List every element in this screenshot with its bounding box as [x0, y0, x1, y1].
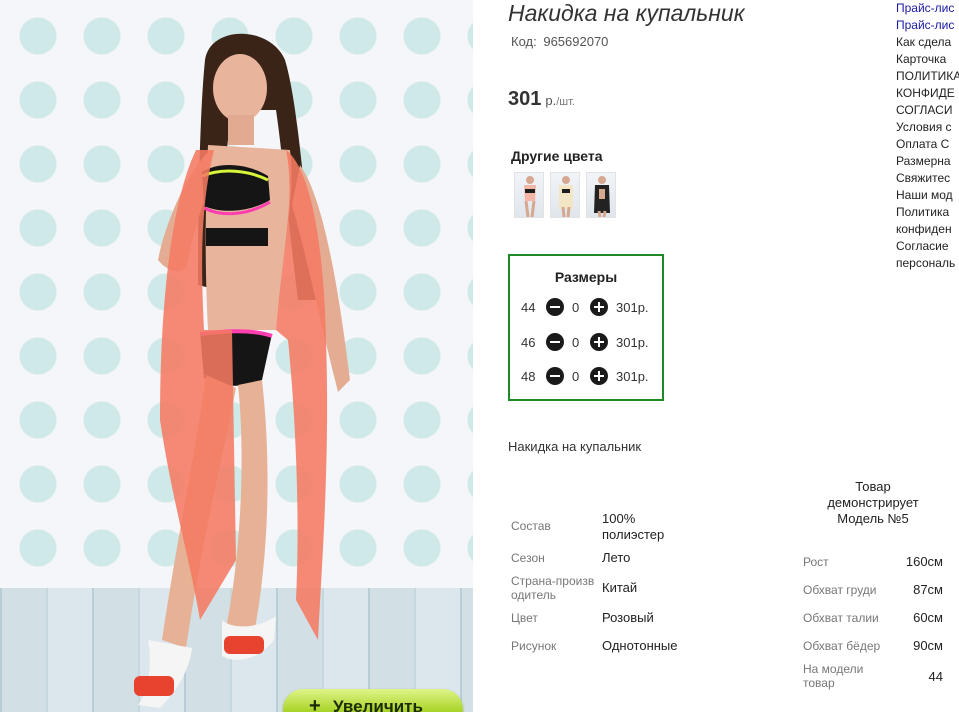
model-measure-value: 87см: [913, 582, 943, 597]
attribute-value: Китай: [602, 580, 638, 595]
attribute-label: Сезон: [511, 551, 545, 565]
product-title: Накидка на купальник: [508, 0, 745, 26]
attribute-label: Страна-производитель: [511, 574, 595, 602]
sidebar-link[interactable]: Прайс-лис: [896, 17, 959, 34]
model-measure-value: 160см: [905, 554, 943, 569]
sidebar-link[interactable]: конфиден: [896, 221, 959, 238]
attribute-label: Цвет: [511, 611, 538, 625]
model-measure-label: На модели товар: [803, 662, 864, 690]
decrease-button[interactable]: [546, 367, 564, 385]
product-code: Код: 965692070: [508, 34, 608, 49]
size-quantity: 0: [572, 300, 580, 315]
plus-icon-vertical: [598, 371, 600, 381]
attribute-value: Розовый: [602, 610, 654, 625]
price-per-unit: /шт.: [556, 96, 575, 108]
sidebar-link[interactable]: КОНФИДЕ: [896, 85, 959, 102]
sidebar-link[interactable]: Наши мод: [896, 187, 959, 204]
price-currency: р.: [545, 93, 557, 108]
sizes-title: Размеры: [554, 269, 618, 285]
sidebar-link[interactable]: Оплата С: [896, 136, 959, 153]
right-sidebar-links: Прайс-лис Прайс-лис Как сдела Карточка П…: [896, 0, 959, 272]
size-row: 48 0 301р.: [510, 365, 662, 387]
size-price: 301р.: [616, 335, 649, 350]
plus-icon-vertical: [598, 302, 600, 312]
increase-button[interactable]: [590, 298, 608, 316]
sidebar-link[interactable]: СОГЛАСИ: [896, 102, 959, 119]
size-row: 44 0 301р.: [510, 296, 662, 318]
attribute-label: Рисунок: [511, 639, 557, 653]
price-value: 301: [508, 88, 542, 110]
zoom-button[interactable]: + Увеличить: [283, 689, 463, 712]
color-thumbnail[interactable]: [550, 172, 580, 218]
size-quantity: 0: [572, 369, 580, 384]
attribute-value: 100% полиэстер: [602, 511, 665, 542]
sidebar-link[interactable]: персональ: [896, 255, 959, 272]
sidebar-link[interactable]: Условия с: [896, 119, 959, 136]
product-code-value: 965692070: [543, 34, 609, 49]
attribute-value: Лето: [602, 550, 631, 565]
model-measure-label: Обхват талии: [803, 611, 879, 625]
plus-icon-vertical: [598, 337, 600, 347]
sidebar-link[interactable]: Прайс-лис: [896, 0, 959, 17]
sidebar-link[interactable]: Согласие: [896, 238, 959, 255]
sidebar-link[interactable]: ПОЛИТИКА: [896, 68, 959, 85]
model-measure-label: Обхват груди: [803, 583, 877, 597]
model-measure-label: Рост: [803, 555, 829, 569]
other-colors-title: Другие цвета: [511, 148, 603, 164]
sidebar-link[interactable]: Свяжитес: [896, 170, 959, 187]
sidebar-link[interactable]: Политика: [896, 204, 959, 221]
minus-icon: [550, 306, 560, 308]
attribute-label: Состав: [511, 519, 551, 533]
model-figure: [134, 33, 350, 708]
size-price: 301р.: [616, 300, 649, 315]
size-row: 46 0 301р.: [510, 331, 662, 353]
minus-icon: [550, 341, 560, 343]
sidebar-link[interactable]: Карточка: [896, 51, 959, 68]
color-thumbnail[interactable]: [586, 172, 616, 218]
minus-icon: [550, 375, 560, 377]
decrease-button[interactable]: [546, 333, 564, 351]
size-label: 46: [521, 335, 536, 350]
size-price: 301р.: [616, 369, 649, 384]
model-measure-value: 44: [928, 669, 943, 684]
increase-button[interactable]: [590, 333, 608, 351]
model-measure-label: Обхват бёдер: [803, 639, 881, 653]
sizes-panel: Размеры 44 0 301р. 46 0 301р. 48 0 301р.: [508, 254, 664, 401]
model-measure-value: 60см: [913, 610, 943, 625]
sidebar-link[interactable]: Как сдела: [896, 34, 959, 51]
plus-icon: +: [309, 695, 321, 712]
size-label: 48: [521, 369, 536, 384]
model-info-header: Товар демонстрирует Модель №5: [827, 479, 919, 526]
size-quantity: 0: [572, 335, 580, 350]
size-label: 44: [521, 300, 536, 315]
model-measure-value: 90см: [913, 638, 943, 653]
product-code-label: Код:: [511, 34, 537, 49]
decrease-button[interactable]: [546, 298, 564, 316]
increase-button[interactable]: [590, 367, 608, 385]
zoom-button-label: Увеличить: [333, 697, 423, 712]
product-photo[interactable]: + Увеличить: [0, 0, 473, 712]
attribute-value: Однотонные: [602, 638, 678, 653]
color-thumbnail[interactable]: [514, 172, 544, 218]
product-price: 301 р./шт.: [508, 88, 575, 111]
sidebar-link[interactable]: Размерна: [896, 153, 959, 170]
product-description: Накидка на купальник: [508, 439, 642, 454]
price-unit: р./шт.: [545, 93, 575, 108]
